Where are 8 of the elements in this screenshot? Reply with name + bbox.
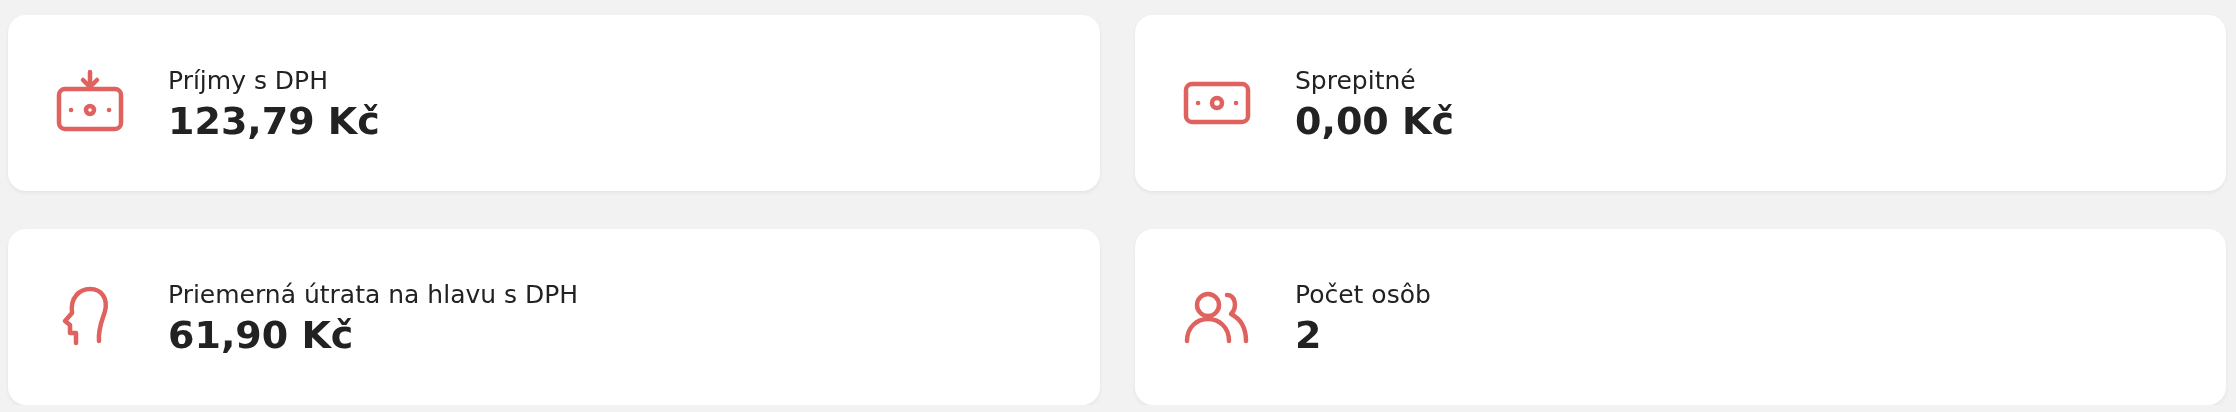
stat-value: 61,90 Kč — [168, 312, 355, 357]
stat-label: Počet osôb — [1295, 279, 1431, 309]
stat-label: Priemerná útrata na hlavu s DPH — [168, 279, 579, 309]
stat-label: Sprepitné — [1295, 65, 1417, 95]
stat-value: 123,79 Kč — [168, 98, 380, 143]
stat-value: 2 — [1295, 312, 1323, 357]
stat-label: Príjmy s DPH — [168, 65, 329, 95]
stat-value: 0,00 Kč — [1295, 98, 1454, 143]
